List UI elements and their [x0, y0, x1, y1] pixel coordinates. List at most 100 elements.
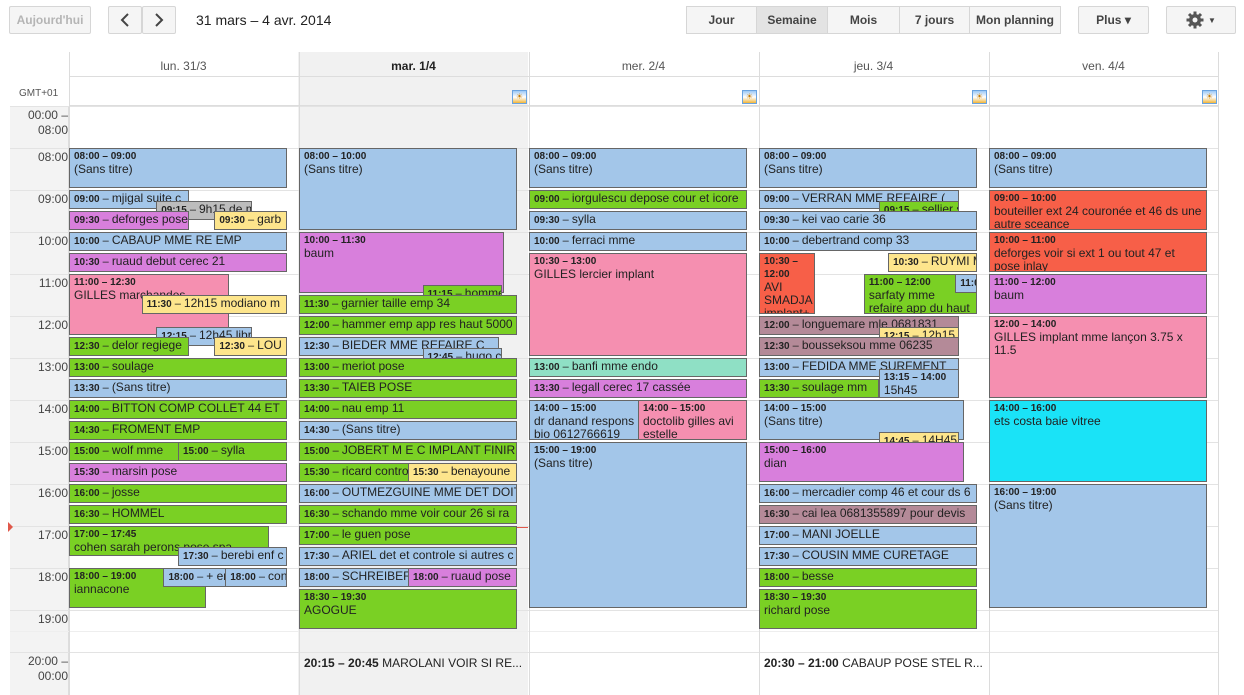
calendar-event[interactable]: 12:30 – LOU: [214, 337, 287, 356]
calendar-event[interactable]: 15:00 – 16:00 dian: [759, 442, 964, 482]
view-agenda-tab[interactable]: Mon planning: [969, 6, 1061, 34]
calendar-event[interactable]: 10:30 – RUYMI MME RECE: [888, 253, 977, 272]
calendar-event[interactable]: 15:00 – wolf mme: [69, 442, 189, 461]
calendar-event[interactable]: 12:30 – bousseksou mme 06235: [759, 337, 959, 356]
calendar-event[interactable]: 15:30 – ricard contro: [299, 463, 419, 482]
late-event[interactable]: 20:15 – 20:45 MAROLANI VOIR SI RE...: [304, 656, 526, 670]
calendar-event[interactable]: 10:30 – 12:00AVI SMADJA implant+ sur 4.2…: [759, 253, 815, 314]
calendar-event[interactable]: 16:30 – HOMMEL: [69, 505, 287, 524]
calendar-event[interactable]: 10:00 – debertrand comp 33: [759, 232, 977, 251]
calendar-event[interactable]: 16:00 – mercadier comp 46 et cour ds 6: [759, 484, 977, 503]
view-week-tab[interactable]: Semaine: [756, 6, 828, 34]
event-separator: –: [208, 445, 221, 457]
calendar-event[interactable]: 17:30 – COUSIN MME CURETAGE: [759, 547, 977, 566]
calendar-event[interactable]: 08:00 – 09:00 (Sans titre): [69, 148, 287, 188]
calendar-event[interactable]: 09:30 – kei vao carie 36: [759, 211, 977, 230]
calendar-event[interactable]: 13:30 – TAIEB POSE: [299, 379, 517, 398]
calendar-event[interactable]: 08:00 – 09:00 (Sans titre): [529, 148, 747, 188]
calendar-event[interactable]: 09:00 – iorgulescu depose cour et icore: [529, 190, 747, 209]
calendar-event[interactable]: 10:30 – ruaud debut cerec 21: [69, 253, 287, 272]
calendar-event[interactable]: 09:00 – 10:00 bouteiller ext 24 couronée …: [989, 190, 1207, 230]
calendar-event[interactable]: 09:30 – garb: [214, 211, 287, 230]
day-header-wed[interactable]: mer. 2/4: [529, 59, 758, 73]
calendar-event[interactable]: 08:00 – 09:00 (Sans titre): [759, 148, 977, 188]
event-title: debertrand comp 33: [801, 233, 910, 247]
event-time: 14:00: [74, 404, 100, 415]
today-button[interactable]: Aujourd'hui: [9, 6, 91, 34]
calendar-event[interactable]: 13:00 – meriot pose: [299, 358, 517, 377]
calendar-event[interactable]: 08:00 – 10:00 (Sans titre): [299, 148, 517, 230]
calendar-event[interactable]: 11:00 – sarfa: [955, 274, 977, 293]
calendar-event[interactable]: 15:30 – benayoune: [408, 463, 517, 482]
view-month-tab[interactable]: Mois: [827, 6, 900, 34]
calendar-event[interactable]: 10:30 – 13:00 GILLES lercier implant: [529, 253, 747, 356]
calendar-event[interactable]: 16:30 – schando mme voir cour 26 si ra: [299, 505, 517, 524]
calendar-event[interactable]: 18:00 – besse: [759, 568, 977, 587]
calendar-event[interactable]: 14:00 – nau emp 11: [299, 400, 517, 419]
calendar-event[interactable]: 11:30 – garnier taille emp 34: [299, 295, 517, 314]
event-title: BITTON COMP COLLET 44 ET: [111, 401, 280, 415]
calendar-event[interactable]: 14:00 – 16:00 ets costa baie vitree: [989, 400, 1207, 482]
calendar-event[interactable]: 11:00 – 12:00 baum: [989, 274, 1207, 314]
calendar-event[interactable]: 16:00 – 19:00 (Sans titre): [989, 484, 1207, 608]
calendar-event[interactable]: 14:00 – BITTON COMP COLLET 44 ET: [69, 400, 287, 419]
calendar-event[interactable]: 10:00 – 11:00 deforges voir si ext 1 ou t…: [989, 232, 1207, 272]
hour-gridline: [10, 610, 1218, 611]
calendar-event[interactable]: 13:30 – (Sans titre): [69, 379, 287, 398]
view-day-tab[interactable]: Jour: [686, 6, 757, 34]
next-week-button[interactable]: [142, 6, 176, 34]
more-button[interactable]: Plus ▾: [1078, 6, 1149, 34]
calendar-event[interactable]: 13:00 – banfi mme endo: [529, 358, 747, 377]
calendar-event[interactable]: 18:30 – 19:30 AGOGUE: [299, 589, 517, 629]
calendar-event[interactable]: 13:30 – soulage mm: [759, 379, 879, 398]
day-header-tue[interactable]: mar. 1/4: [299, 59, 528, 73]
calendar-event[interactable]: 14:30 – (Sans titre): [299, 421, 517, 440]
day-header-fri[interactable]: ven. 4/4: [989, 59, 1218, 73]
event-time: 13:00: [764, 362, 790, 373]
calendar-event[interactable]: 10:00 – ferraci mme: [529, 232, 747, 251]
calendar-event[interactable]: 12:30 – delor regiege: [69, 337, 189, 356]
calendar-event[interactable]: 15:00 – 19:00 (Sans titre): [529, 442, 747, 608]
calendar-event[interactable]: 12:00 – hammer emp app res haut 5000: [299, 316, 517, 335]
hour-label: 19:00: [37, 612, 68, 626]
calendar-event[interactable]: 16:30 – cai lea 0681355897 pour devis: [759, 505, 977, 524]
event-title: ricard contro: [341, 464, 409, 478]
event-time: 16:30: [74, 509, 100, 520]
prev-week-button[interactable]: [108, 6, 142, 34]
calendar-event[interactable]: 14:00 – 15:00 dr danand respons bio 06127…: [529, 400, 649, 440]
event-title: COUSIN MME CURETAGE: [801, 548, 949, 562]
calendar-event[interactable]: 18:00 – ruaud pose: [408, 568, 517, 587]
day-header-thu[interactable]: jeu. 3/4: [759, 59, 988, 73]
calendar-event[interactable]: 13:00 – soulage: [69, 358, 287, 377]
calendar-event[interactable]: 17:00 – le guen pose: [299, 526, 517, 545]
calendar-event[interactable]: 17:00 – MANI JOELLE: [759, 526, 977, 545]
calendar-event[interactable]: 08:00 – 09:00 (Sans titre): [989, 148, 1207, 188]
chevron-left-icon: [120, 13, 129, 27]
event-time: 10:30 – 12:00: [764, 256, 798, 280]
event-title: dr danand respons bio 0612766619: [534, 414, 635, 440]
calendar-event[interactable]: 10:00 – CABAUP MME RE EMP: [69, 232, 287, 251]
calendar-event[interactable]: 18:00 – contr: [225, 568, 287, 587]
calendar-event[interactable]: 12:00 – 14:00 GILLES implant mme lançon 3…: [989, 316, 1207, 398]
calendar-event[interactable]: 14:30 – FROMENT EMP: [69, 421, 287, 440]
calendar-event[interactable]: 15:00 – JOBERT M E C IMPLANT FINIR: [299, 442, 517, 461]
calendar-event[interactable]: 09:30 – deforges pose: [69, 211, 189, 230]
calendar-event[interactable]: 16:00 – josse: [69, 484, 287, 503]
calendar-event[interactable]: 18:00 – SCHREIBER: [299, 568, 419, 587]
calendar-event[interactable]: 15:00 – sylla: [178, 442, 287, 461]
calendar-event[interactable]: 17:30 – berebi enf c: [178, 547, 287, 566]
calendar-event[interactable]: 09:30 – sylla: [529, 211, 747, 230]
view-7days-tab[interactable]: 7 jours: [899, 6, 970, 34]
calendar-event[interactable]: 14:00 – 15:00 doctolib gilles avi estelle: [638, 400, 747, 440]
calendar-event[interactable]: 13:30 – legall cerec 17 cassée: [529, 379, 747, 398]
calendar-event[interactable]: 17:30 – ARIEL det et controle si autres …: [299, 547, 517, 566]
calendar-event[interactable]: 15:30 – marsin pose: [69, 463, 287, 482]
calendar-event[interactable]: 11:30 – 12h15 modiano m: [141, 295, 287, 314]
calendar-event[interactable]: 18:30 – 19:30 richard pose: [759, 589, 977, 629]
late-event[interactable]: 20:30 – 21:00 CABAUP POSE STEL R...: [764, 656, 986, 670]
calendar-event[interactable]: 16:00 – OUTMEZGUINE MME DET DOIT: [299, 484, 517, 503]
settings-button[interactable]: ▼: [1166, 6, 1236, 34]
day-header-mon[interactable]: lun. 31/3: [69, 59, 298, 73]
calendar-event[interactable]: 13:15 – 14:0015h45 geffroy: [878, 368, 959, 398]
hour-label: 16:00: [37, 486, 68, 500]
